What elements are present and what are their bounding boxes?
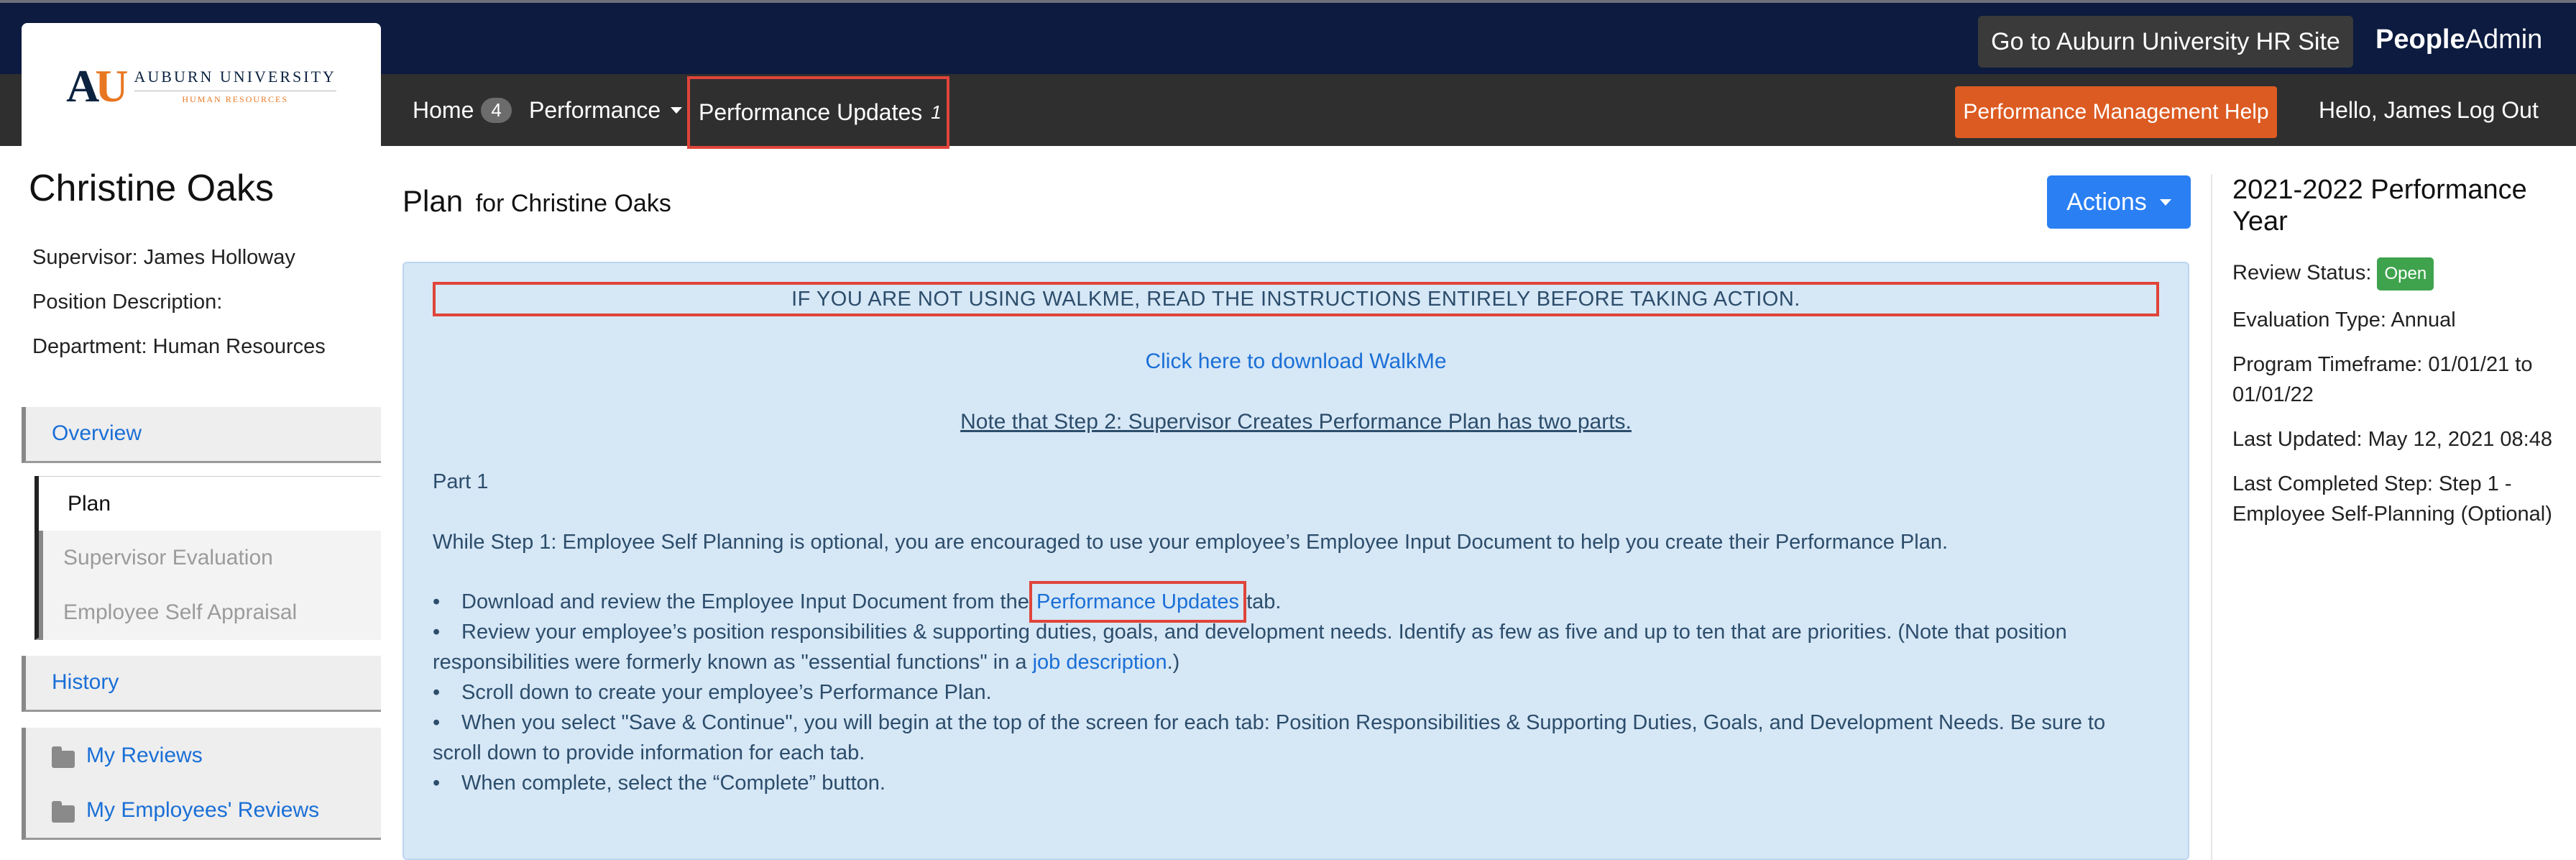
intro-paragraph: While Step 1: Employee Self Planning is … bbox=[433, 531, 1949, 554]
sidebar-item-history[interactable]: History bbox=[22, 656, 381, 712]
page-title: Plan for Christine Oaks bbox=[402, 184, 671, 219]
last-completed-step: Last Completed Step: Step 1 - Employee S… bbox=[2232, 472, 2552, 526]
nav-performance-updates[interactable]: Performance Updates 1 bbox=[687, 76, 949, 149]
list-item: Download and review the Employee Input D… bbox=[433, 581, 2158, 623]
hr-site-button[interactable]: Go to Auburn University HR Site bbox=[1978, 16, 2353, 68]
b2-pre: responsibilities were formerly known as … bbox=[433, 651, 1033, 674]
part-label: Part 1 bbox=[433, 470, 489, 493]
b1-post: tab. bbox=[1241, 590, 1282, 613]
nav-performance-dropdown[interactable]: Performance bbox=[529, 74, 683, 146]
nav-home[interactable]: Home 4 bbox=[413, 74, 512, 146]
actions-dropdown-button[interactable]: Actions bbox=[2047, 175, 2191, 229]
overview-link[interactable]: Overview bbox=[52, 421, 142, 446]
sidebar-item-employee-self-appraisal: Employee Self Appraisal bbox=[39, 585, 381, 640]
au-logo-icon: AU bbox=[66, 60, 128, 111]
list-item: When complete, select the “Complete” but… bbox=[433, 768, 2158, 798]
supervisor-info: Supervisor: James Holloway bbox=[32, 246, 295, 269]
history-link[interactable]: History bbox=[52, 670, 119, 695]
sidebar-item-plan[interactable]: Plan bbox=[39, 476, 381, 531]
instruction-list: Download and review the Employee Input D… bbox=[433, 581, 2158, 798]
list-item: Scroll down to create your employee’s Pe… bbox=[433, 677, 2158, 708]
nav-performance-label: Performance bbox=[529, 96, 661, 123]
status-badge: Open bbox=[2377, 257, 2434, 291]
employee-name: Christine Oaks bbox=[29, 168, 274, 209]
page-title-main: Plan bbox=[402, 184, 464, 218]
job-description-link[interactable]: job description bbox=[1033, 651, 1167, 674]
brand-bold: People bbox=[2375, 24, 2465, 55]
review-step-nav: Plan Supervisor Evaluation Employee Self… bbox=[34, 476, 381, 640]
nav-updates-label: Performance Updates bbox=[699, 99, 923, 125]
b1-pre: Download and review the Employee Input D… bbox=[461, 590, 1035, 613]
nav-home-label: Home bbox=[413, 96, 474, 123]
review-status-label: Review Status: bbox=[2232, 261, 2372, 285]
auburn-logo[interactable]: AU AUBURN UNIVERSITY HUMAN RESOURCES bbox=[22, 23, 381, 149]
sidebar-item-my-employees-reviews[interactable]: My Employees' Reviews bbox=[52, 798, 319, 823]
program-timeframe: Program Timeframe: 01/01/21 to 01/01/22 bbox=[2232, 353, 2533, 406]
logout-link[interactable]: Log Out bbox=[2457, 74, 2539, 146]
chevron-down-icon bbox=[671, 106, 683, 114]
peopleadmin-brand: PeopleAdmin bbox=[2375, 24, 2542, 55]
list-item-continuation: scroll down to provide information for e… bbox=[433, 741, 865, 764]
list-item: When you select "Save & Continue", you w… bbox=[433, 708, 2158, 738]
review-summary: 2021-2022 Performance Year Review Status… bbox=[2211, 174, 2576, 860]
sidebar-item-my-reviews[interactable]: My Reviews bbox=[52, 744, 203, 768]
two-parts-note: Note that Step 2: Supervisor Creates Per… bbox=[960, 410, 1632, 434]
walkme-warning: IF YOU ARE NOT USING WALKME, READ THE IN… bbox=[433, 282, 2159, 316]
logo-title: AUBURN UNIVERSITY bbox=[134, 67, 336, 86]
user-greeting[interactable]: Hello, James bbox=[2319, 74, 2452, 146]
department-info: Department: Human Resources bbox=[32, 335, 326, 358]
sidebar-item-supervisor-evaluation: Supervisor Evaluation bbox=[39, 531, 381, 585]
list-item: Review your employee’s position responsi… bbox=[433, 617, 2158, 647]
my-reviews-link[interactable]: My Reviews bbox=[86, 744, 203, 767]
folder-icon bbox=[52, 800, 75, 823]
position-description-info: Position Description: bbox=[32, 291, 223, 314]
performance-updates-link[interactable]: Performance Updates bbox=[1029, 581, 1247, 623]
performance-help-button[interactable]: Performance Management Help bbox=[1955, 86, 2277, 138]
page-title-suffix: for Christine Oaks bbox=[475, 190, 671, 217]
home-count-badge: 4 bbox=[481, 97, 512, 123]
evaluation-type: Evaluation Type: Annual bbox=[2232, 308, 2456, 331]
updates-count: 1 bbox=[931, 101, 942, 123]
my-employees-reviews-link[interactable]: My Employees' Reviews bbox=[86, 798, 319, 822]
chevron-down-icon bbox=[2159, 198, 2171, 206]
walkme-download-link[interactable]: Click here to download WalkMe bbox=[402, 349, 2189, 374]
last-updated: Last Updated: May 12, 2021 08:48 bbox=[2232, 428, 2552, 451]
logo-text: AUBURN UNIVERSITY HUMAN RESOURCES bbox=[134, 68, 336, 105]
performance-year-title: 2021-2022 Performance Year bbox=[2232, 175, 2527, 237]
logo-inner: AU AUBURN UNIVERSITY HUMAN RESOURCES bbox=[66, 60, 336, 113]
b2-post: .) bbox=[1167, 651, 1180, 674]
sidebar-item-overview[interactable]: Overview bbox=[22, 407, 381, 463]
review-status: Review Status: Open bbox=[2232, 257, 2576, 291]
brand-rest: Admin bbox=[2465, 24, 2543, 55]
logo-subtitle: HUMAN RESOURCES bbox=[134, 90, 336, 105]
sidebar-reviews-group: My Reviews My Employees' Reviews bbox=[22, 728, 381, 840]
list-item-continuation: responsibilities were formerly known as … bbox=[433, 647, 2158, 677]
actions-label: Actions bbox=[2066, 188, 2147, 216]
folder-icon bbox=[52, 746, 75, 768]
